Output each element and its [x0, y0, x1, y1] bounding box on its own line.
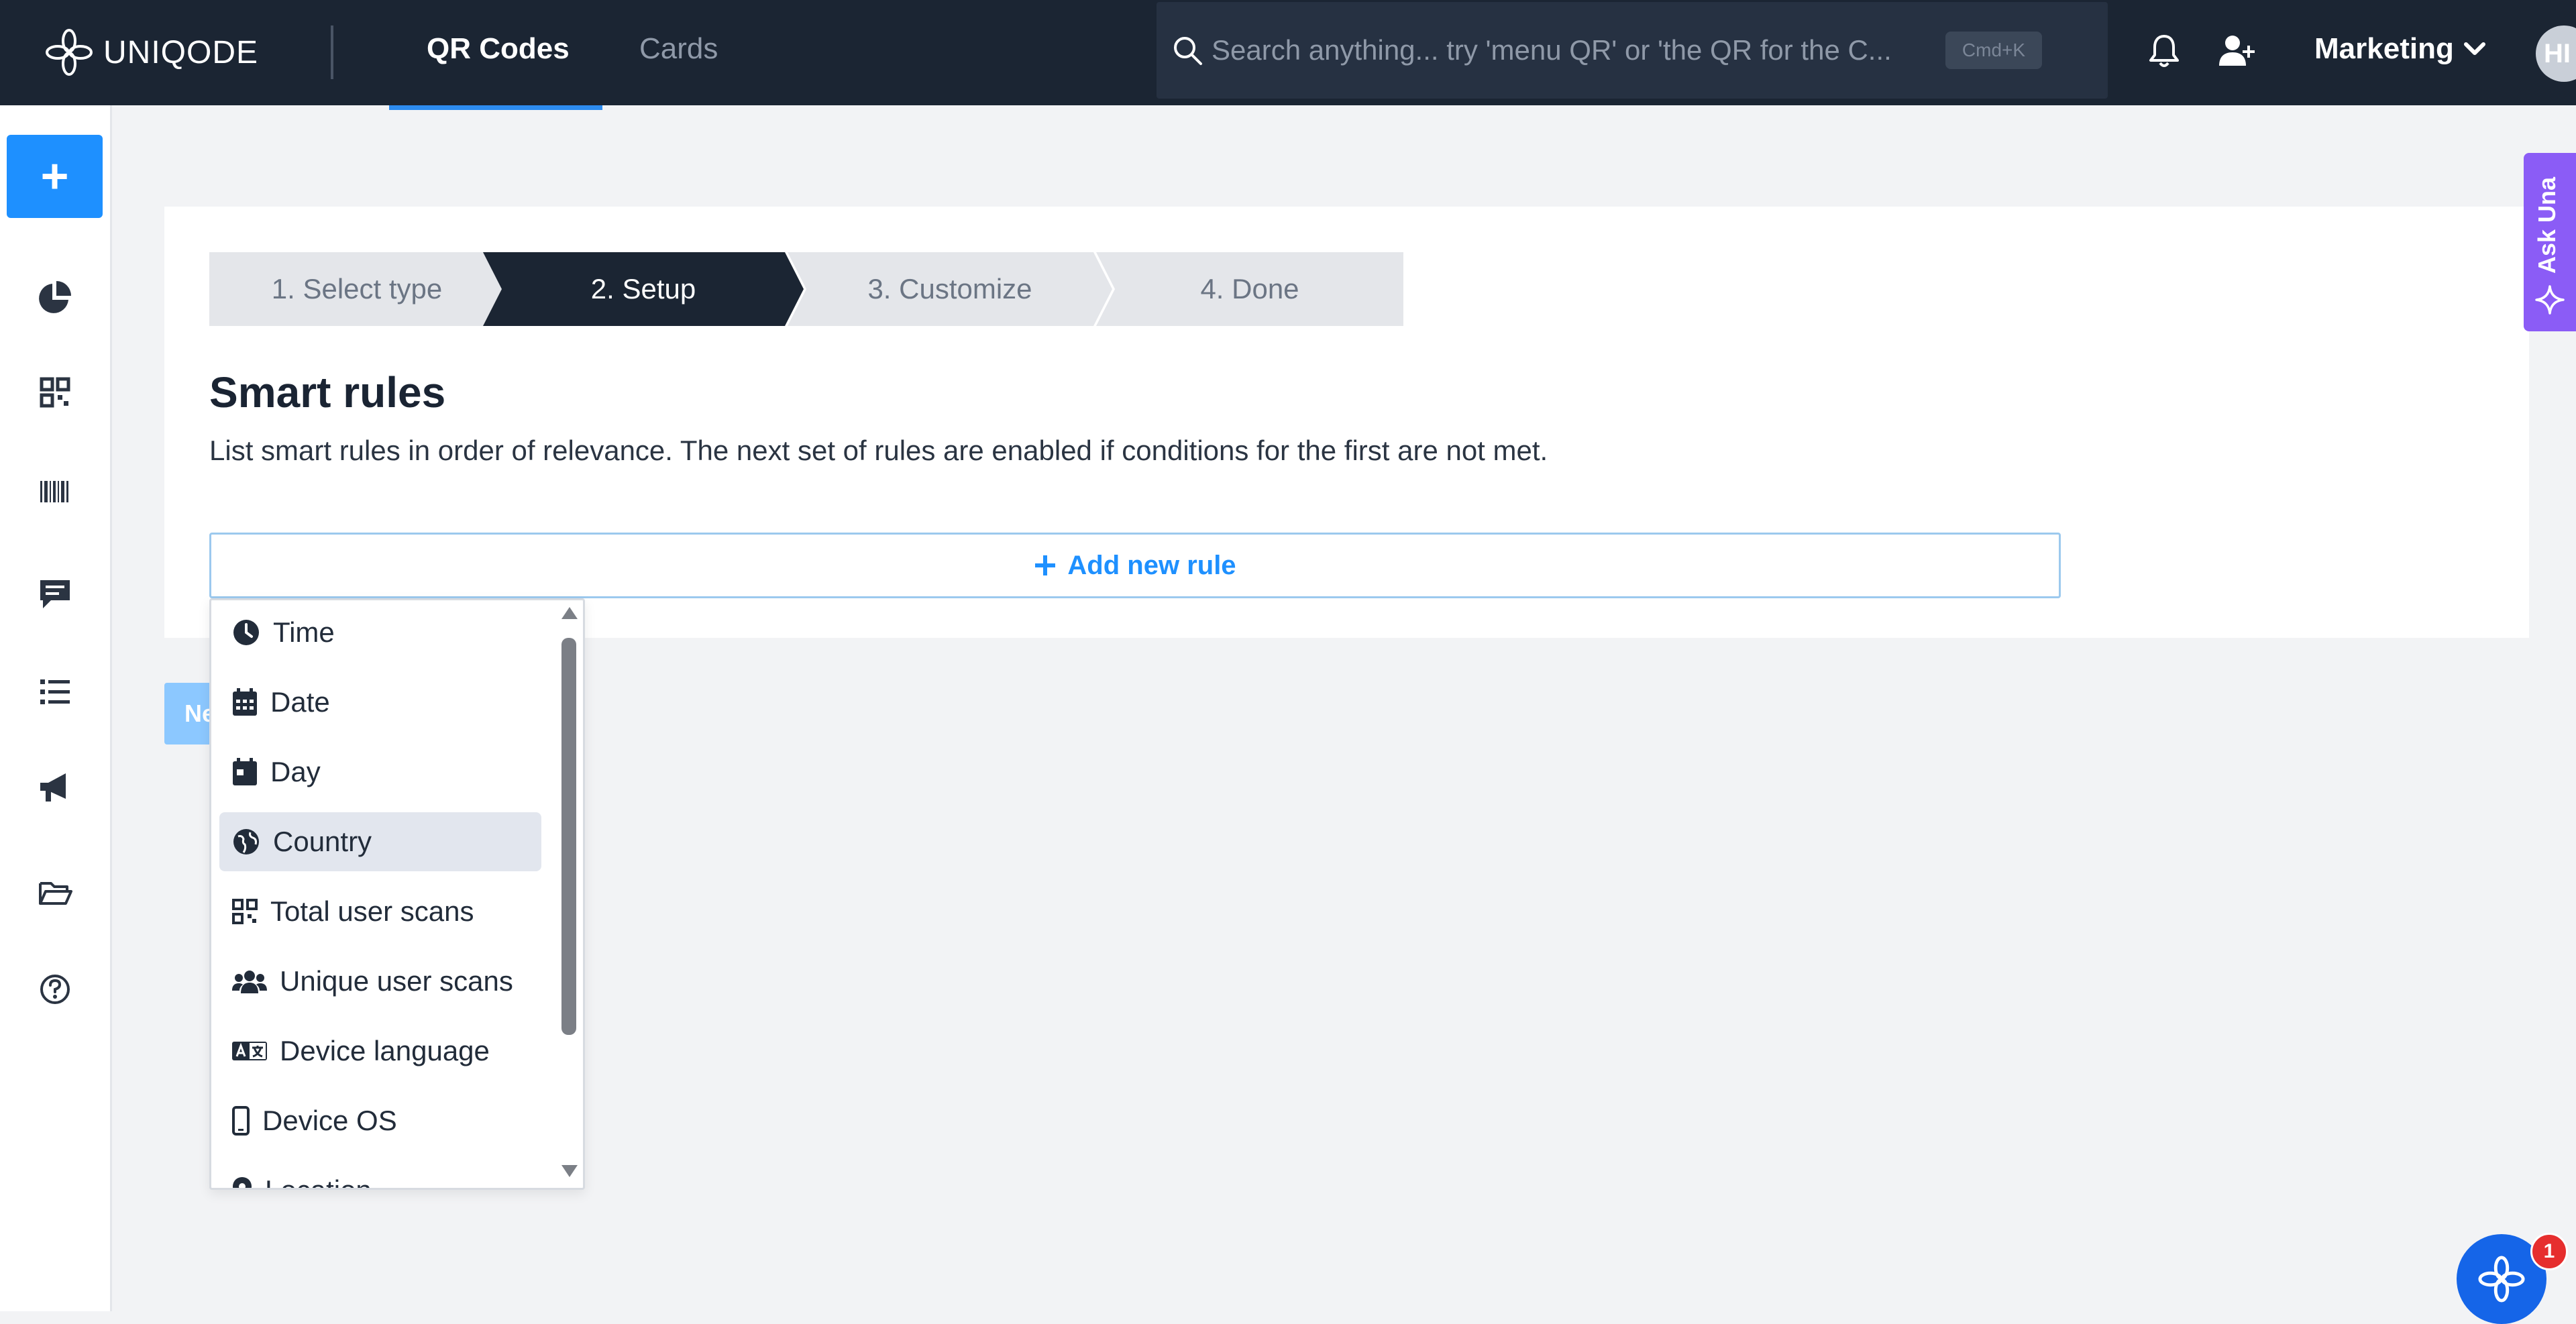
rule-option-label: Unique user scans: [280, 965, 513, 997]
rule-option-day[interactable]: Day: [219, 742, 541, 802]
barcodes-icon[interactable]: [36, 473, 74, 510]
chevron-down-icon: [2463, 42, 2485, 55]
avatar[interactable]: HI: [2536, 25, 2576, 82]
step-setup[interactable]: 2. Setup: [483, 252, 804, 326]
step-done[interactable]: 4. Done: [1096, 252, 1403, 326]
folder-icon[interactable]: [36, 874, 74, 912]
rule-option-label: Date: [270, 686, 330, 718]
rule-option-unique-user-scans[interactable]: Unique user scans: [219, 952, 541, 1011]
rule-option-device-os[interactable]: Device OS: [219, 1091, 541, 1150]
rule-option-label: Country: [273, 826, 372, 857]
plus-icon: [1035, 555, 1056, 575]
step-label: 3. Customize: [867, 273, 1032, 305]
active-tab-indicator: [389, 105, 602, 110]
rule-option-label: Total user scans: [270, 895, 474, 927]
tab-cards[interactable]: Cards: [639, 32, 718, 66]
step-select-type[interactable]: 1. Select type: [209, 252, 504, 326]
calendar-day-icon: [233, 758, 257, 785]
rule-option-time[interactable]: Time: [219, 603, 541, 662]
globe-icon: [233, 829, 259, 854]
step-customize[interactable]: 3. Customize: [788, 252, 1112, 326]
help-icon[interactable]: [36, 971, 74, 1008]
rule-option-label: Device language: [280, 1035, 490, 1066]
language-icon: [232, 1042, 267, 1060]
wizard-steps: 1. Select type 2. Setup 3. Customize 4. …: [209, 252, 1403, 326]
global-search[interactable]: Search anything... try 'menu QR' or 'the…: [1157, 2, 2108, 99]
workspace-selector[interactable]: Marketing: [2314, 32, 2486, 66]
scroll-down-icon[interactable]: [560, 1164, 579, 1178]
ask-una-button[interactable]: Ask Una: [2524, 153, 2576, 331]
bell-icon[interactable]: [2147, 32, 2182, 70]
search-input[interactable]: Search anything... try 'menu QR' or 'the…: [1212, 34, 1892, 66]
analytics-icon[interactable]: [36, 278, 74, 316]
page-description: List smart rules in order of relevance. …: [209, 435, 1548, 466]
qr-codes-icon[interactable]: [36, 374, 74, 411]
uniqode-logo[interactable]: UNIQODE: [44, 27, 258, 78]
step-label: 4. Done: [1200, 273, 1299, 305]
left-sidebar: +: [0, 105, 112, 1311]
qr-icon: [232, 899, 258, 924]
rule-option-label: Location: [265, 1174, 372, 1188]
calendar-icon: [233, 688, 257, 716]
add-new-rule-label: Add new rule: [1067, 550, 1236, 580]
uniqode-logo-icon: [46, 29, 93, 76]
rule-option-total-user-scans[interactable]: Total user scans: [219, 882, 541, 941]
dropdown-scroll-thumb[interactable]: [561, 638, 576, 1035]
uniqode-chat-icon: [2478, 1256, 2525, 1303]
create-button[interactable]: +: [7, 135, 103, 218]
campaigns-icon[interactable]: [36, 769, 74, 807]
rule-option-label: Day: [270, 756, 321, 787]
mobile-icon: [232, 1106, 250, 1136]
tab-qr-codes[interactable]: QR Codes: [427, 32, 570, 66]
ask-una-label: Ask Una: [2533, 176, 2561, 274]
sparkle-icon: [2535, 285, 2565, 315]
step-label: 1. Select type: [271, 273, 443, 305]
users-icon: [232, 971, 267, 993]
page-title: Smart rules: [209, 368, 446, 417]
step-label: 2. Setup: [590, 273, 696, 305]
rule-option-label: Time: [273, 616, 335, 648]
rule-option-device-language[interactable]: Device language: [219, 1022, 541, 1081]
search-icon: [1174, 37, 1202, 65]
rule-option-label: Device OS: [262, 1105, 397, 1136]
scroll-up-icon[interactable]: [560, 606, 579, 620]
top-navigation-bar: UNIQODE QR Codes Cards Search anything..…: [0, 0, 2576, 105]
rule-option-date[interactable]: Date: [219, 673, 541, 732]
list-icon[interactable]: [36, 673, 74, 710]
forms-icon[interactable]: [36, 575, 74, 612]
location-icon: [233, 1177, 252, 1188]
brand-name: UNIQODE: [103, 34, 259, 70]
rule-type-dropdown: Time Date Day Country Total user scans U…: [209, 598, 585, 1190]
search-shortcut-badge: Cmd+K: [1945, 32, 2042, 69]
add-user-icon[interactable]: [2218, 32, 2258, 70]
rule-option-location[interactable]: Location: [219, 1161, 541, 1188]
add-new-rule-button[interactable]: Add new rule: [209, 533, 2061, 598]
clock-icon: [233, 620, 259, 645]
notification-badge: 1: [2530, 1233, 2568, 1270]
divider: [331, 25, 333, 79]
rule-option-country[interactable]: Country: [219, 812, 541, 871]
workspace-label: Marketing: [2314, 32, 2454, 65]
